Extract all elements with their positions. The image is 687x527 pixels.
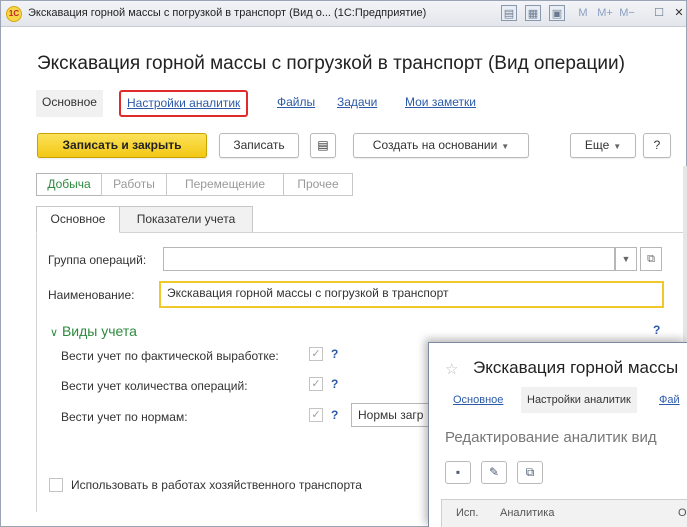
report-button[interactable]: ▤: [310, 133, 336, 158]
column-more[interactable]: Об: [678, 507, 687, 519]
filter-other[interactable]: Прочее: [283, 173, 353, 196]
save-and-close-button[interactable]: Записать и закрыть: [37, 133, 207, 158]
chevron-down-icon: ▼: [501, 142, 510, 151]
star-icon[interactable]: ☆: [445, 360, 458, 378]
app-logo: 1С: [6, 6, 22, 22]
transport-checkbox[interactable]: [49, 478, 63, 492]
actual-output-checkbox[interactable]: ✓: [309, 347, 323, 361]
group-label: Группа операций:: [48, 253, 147, 267]
filter-works[interactable]: Работы: [101, 173, 167, 196]
overlay-title: Экскавация горной массы: [473, 358, 679, 377]
chevron-down-icon: ▼: [621, 254, 631, 264]
document-list-icon: ▤: [317, 138, 329, 152]
operations-count-help-icon[interactable]: ?: [331, 377, 338, 391]
save-icon[interactable]: ▪: [445, 461, 471, 484]
norms-help-icon[interactable]: ?: [331, 408, 338, 422]
nav-tab-tasks[interactable]: Задачи: [331, 90, 383, 117]
nav-tab-my-notes[interactable]: Мои заметки: [399, 90, 482, 117]
table-icon[interactable]: ▦: [525, 5, 541, 21]
memory-plus-button[interactable]: M+: [595, 5, 615, 21]
open-link-icon: ⧉: [647, 253, 655, 265]
document-icon[interactable]: ▤: [501, 5, 517, 21]
chevron-down-icon: ∨: [50, 327, 59, 339]
create-based-on-label: Создать на основании: [372, 138, 498, 152]
title-bar: 1С Экскавация горной массы с погрузкой в…: [1, 1, 686, 27]
actual-output-label: Вести учет по фактической выработке:: [61, 349, 279, 363]
norms-label: Вести учет по нормам:: [61, 410, 188, 424]
filter-mining[interactable]: Добыча: [36, 173, 102, 196]
create-based-on-button[interactable]: Создать на основании ▼: [353, 133, 529, 158]
nav-tab-main[interactable]: Основное: [36, 90, 103, 117]
close-icon[interactable]: ✕: [671, 5, 687, 21]
group-dropdown-button[interactable]: ▼: [615, 247, 637, 271]
overlay-subtitle: Редактирование аналитик вид: [445, 429, 657, 446]
nav-tab-analytics-settings[interactable]: Настройки аналитик: [119, 90, 249, 117]
group-open-button[interactable]: ⧉: [640, 247, 662, 271]
section-help-icon[interactable]: ?: [653, 323, 660, 337]
actual-output-help-icon[interactable]: ?: [331, 347, 338, 361]
scrollbar[interactable]: [683, 166, 687, 356]
more-button[interactable]: Еще ▼: [570, 133, 636, 158]
column-use[interactable]: Исп.: [456, 507, 478, 519]
operations-count-checkbox[interactable]: ✓: [309, 377, 323, 391]
overlay-tab-analytics-settings[interactable]: Настройки аналитик: [521, 387, 637, 413]
copy-icon[interactable]: ⧉: [517, 461, 543, 484]
more-label: Еще: [584, 138, 610, 152]
tab-main[interactable]: Основное: [36, 206, 120, 233]
analytics-table-header: Исп. Аналитика Об: [441, 499, 687, 527]
maximize-icon[interactable]: ☐: [651, 5, 667, 21]
chevron-down-icon: ▼: [613, 142, 622, 151]
save-button[interactable]: Записать: [219, 133, 299, 158]
memory-m-button[interactable]: M: [575, 5, 591, 21]
transport-checkbox-label: Использовать в работах хозяйственного тр…: [71, 478, 362, 492]
calendar-icon[interactable]: ▣: [549, 5, 565, 21]
overlay-tab-main[interactable]: Основное: [447, 387, 509, 413]
section-title: Виды учета: [61, 323, 137, 339]
overlay-tab-files[interactable]: Фай: [653, 387, 686, 413]
section-accounting-types[interactable]: ∨ Виды учета: [50, 323, 137, 339]
column-analytics[interactable]: Аналитика: [500, 507, 554, 519]
page-title: Экскавация горной массы с погрузкой в тр…: [37, 53, 625, 74]
filter-movement[interactable]: Перемещение: [166, 173, 284, 196]
help-button[interactable]: ?: [643, 133, 671, 158]
edit-icon[interactable]: ✎: [481, 461, 507, 484]
name-input[interactable]: Экскавация горной массы с погрузкой в тр…: [159, 281, 664, 308]
memory-minus-button[interactable]: M−: [617, 5, 637, 21]
group-input[interactable]: [163, 247, 615, 271]
norms-checkbox[interactable]: ✓: [309, 408, 323, 422]
name-label: Наименование:: [48, 288, 135, 302]
operations-count-label: Вести учет количества операций:: [61, 379, 248, 393]
nav-tab-files[interactable]: Файлы: [271, 90, 321, 117]
analytics-settings-window: ☆ Экскавация горной массы Основное Настр…: [428, 342, 687, 527]
window-title: Экскавация горной массы с погрузкой в тр…: [28, 7, 427, 19]
tab-accounting-indicators[interactable]: Показатели учета: [119, 206, 253, 233]
